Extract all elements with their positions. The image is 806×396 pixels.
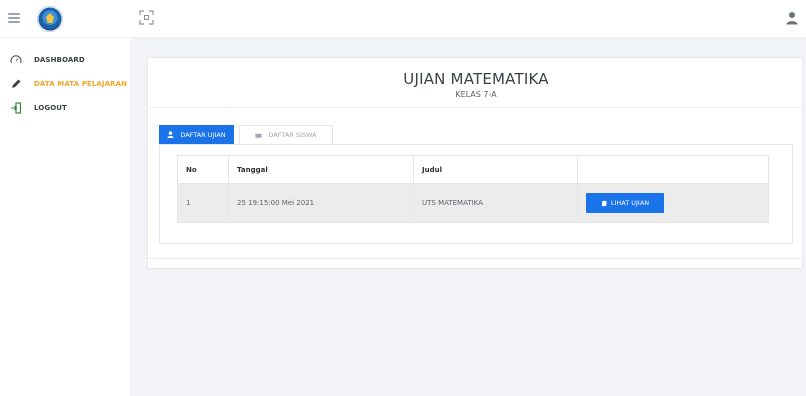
user-icon[interactable]: [786, 11, 798, 25]
column-header-no: No: [178, 156, 229, 183]
divider: [148, 107, 802, 108]
fullscreen-icon[interactable]: [139, 10, 154, 25]
sidebar-item-data-mata-pelajaran[interactable]: DATA MATA PELAJARAN: [0, 75, 130, 93]
sidebar-item-logout[interactable]: LOGOUT: [0, 99, 130, 117]
pencil-icon: [12, 79, 21, 88]
tab-label: DAFTAR UJIAN: [180, 130, 226, 139]
column-header-judul: Judul: [414, 156, 578, 183]
divider: [148, 258, 802, 259]
button-label: LIHAT UJIAN: [610, 199, 650, 207]
sidebar-item-dashboard[interactable]: DASHBOARD: [0, 51, 130, 69]
sidebar: DASHBOARD DATA MATA PELAJARAN LOGOUT: [0, 38, 130, 396]
column-header-tanggal: Tanggal: [229, 156, 414, 183]
table-row: 1 25 19:15:00 Mei 2021 UTS MATEMATIKA LI…: [178, 183, 768, 222]
book-icon: [601, 200, 607, 206]
cell-tanggal: 25 19:15:00 Mei 2021: [229, 184, 414, 222]
column-header-action: [578, 156, 768, 183]
tab-label: DAFTAR SISWA: [268, 131, 317, 139]
menu-icon[interactable]: [8, 13, 20, 23]
cell-judul: UTS MATEMATIKA: [414, 184, 578, 222]
main-card: UJIAN MATEMATIKA KELAS 7-A DAFTAR UJIAN …: [147, 57, 803, 269]
id-card-icon: [255, 133, 262, 138]
tab-daftar-ujian[interactable]: DAFTAR UJIAN: [159, 125, 234, 144]
sidebar-item-label: DATA MATA PELAJARAN: [34, 80, 128, 88]
page-title: UJIAN MATEMATIKA: [403, 70, 549, 88]
speedometer-icon: [10, 55, 22, 64]
tut-wuri-handayani-logo: [37, 6, 63, 32]
cell-no: 1: [178, 184, 229, 222]
sidebar-item-label: DASHBOARD: [34, 56, 85, 64]
user-icon: [167, 131, 174, 138]
page-subtitle: KELAS 7-A: [455, 90, 497, 99]
sidebar-item-label: LOGOUT: [34, 104, 67, 112]
exam-table: No Tanggal Judul 1 25 19:15:00 Mei 2021 …: [177, 155, 769, 223]
cell-action: LIHAT UJIAN: [578, 184, 768, 222]
logout-icon: [11, 102, 22, 114]
tab-daftar-siswa[interactable]: DAFTAR SISWA: [239, 125, 333, 144]
table-header-row: No Tanggal Judul: [178, 156, 768, 183]
top-bar: [0, 0, 806, 38]
lihat-ujian-button[interactable]: LIHAT UJIAN: [586, 193, 664, 213]
